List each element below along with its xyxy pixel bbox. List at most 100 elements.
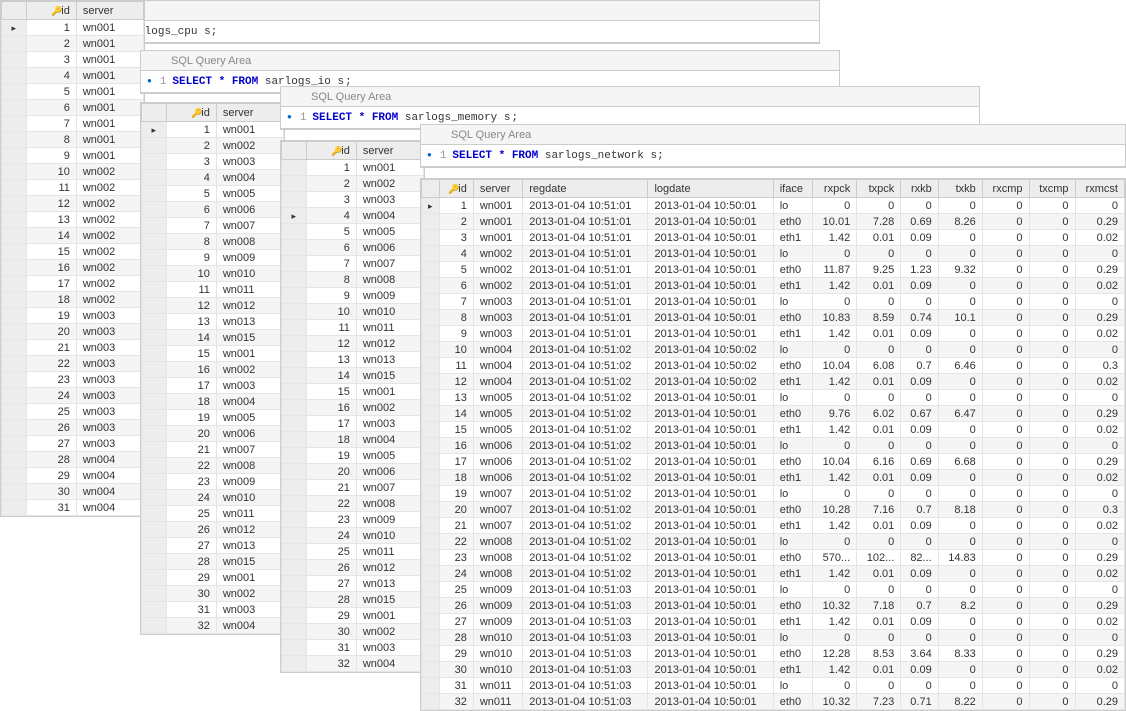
table-row[interactable]: 24wn010 bbox=[282, 528, 424, 544]
table-row[interactable]: 24wn010 bbox=[142, 490, 284, 506]
table-row[interactable]: 20wn006 bbox=[142, 426, 284, 442]
table-row[interactable]: 3wn0012013-01-04 10:51:012013-01-04 10:5… bbox=[422, 230, 1125, 246]
table-row[interactable]: 17wn0062013-01-04 10:51:022013-01-04 10:… bbox=[422, 454, 1125, 470]
table-row[interactable]: 14wn0052013-01-04 10:51:022013-01-04 10:… bbox=[422, 406, 1125, 422]
table-row[interactable]: 5wn005 bbox=[282, 224, 424, 240]
table-row[interactable]: 28wn004 bbox=[2, 452, 144, 468]
table-row[interactable]: 4wn0022013-01-04 10:51:012013-01-04 10:5… bbox=[422, 246, 1125, 262]
table-row[interactable]: 18wn0062013-01-04 10:51:022013-01-04 10:… bbox=[422, 470, 1125, 486]
table-row[interactable]: 27wn003 bbox=[2, 436, 144, 452]
table-row[interactable]: 18wn004 bbox=[282, 432, 424, 448]
table-row[interactable]: 19wn005 bbox=[282, 448, 424, 464]
table-row[interactable]: 24wn0082013-01-04 10:51:022013-01-04 10:… bbox=[422, 566, 1125, 582]
table-row[interactable]: 6wn006 bbox=[282, 240, 424, 256]
table-row[interactable]: 21wn003 bbox=[2, 340, 144, 356]
table-row[interactable]: 14wn002 bbox=[2, 228, 144, 244]
result-grid-cpu[interactable]: 🔑id server 1wn0012wn0013wn0014wn0015wn00… bbox=[1, 1, 144, 516]
sql-editor-network[interactable]: ● 1 SELECT * FROM sarlogs_network s; bbox=[421, 145, 1125, 167]
table-row[interactable]: 7wn001 bbox=[2, 116, 144, 132]
table-row[interactable]: 2wn0012013-01-04 10:51:012013-01-04 10:5… bbox=[422, 214, 1125, 230]
table-row[interactable]: 30wn002 bbox=[282, 624, 424, 640]
table-row[interactable]: 16wn002 bbox=[142, 362, 284, 378]
table-row[interactable]: 22wn008 bbox=[142, 458, 284, 474]
table-row[interactable]: 17wn002 bbox=[2, 276, 144, 292]
table-row[interactable]: 18wn004 bbox=[142, 394, 284, 410]
table-row[interactable]: 29wn001 bbox=[282, 608, 424, 624]
table-row[interactable]: 16wn002 bbox=[2, 260, 144, 276]
table-row[interactable]: 3wn003 bbox=[282, 192, 424, 208]
table-row[interactable]: 19wn003 bbox=[2, 308, 144, 324]
table-row[interactable]: 11wn0042013-01-04 10:51:022013-01-04 10:… bbox=[422, 358, 1125, 374]
table-row[interactable]: 20wn0072013-01-04 10:51:022013-01-04 10:… bbox=[422, 502, 1125, 518]
table-row[interactable]: 4wn004 bbox=[142, 170, 284, 186]
table-row[interactable]: 16wn0062013-01-04 10:51:022013-01-04 10:… bbox=[422, 438, 1125, 454]
table-row[interactable]: 18wn002 bbox=[2, 292, 144, 308]
table-row[interactable]: 15wn001 bbox=[142, 346, 284, 362]
table-row[interactable]: 29wn0102013-01-04 10:51:032013-01-04 10:… bbox=[422, 646, 1125, 662]
table-row[interactable]: 20wn006 bbox=[282, 464, 424, 480]
table-row[interactable]: 9wn001 bbox=[2, 148, 144, 164]
table-row[interactable]: 13wn002 bbox=[2, 212, 144, 228]
table-row[interactable]: 13wn0052013-01-04 10:51:022013-01-04 10:… bbox=[422, 390, 1125, 406]
result-grid-io[interactable]: 🔑id server 1wn0012wn0023wn0034wn0045wn00… bbox=[141, 103, 284, 634]
tab-sql-query-area[interactable]: SQL Query Area bbox=[161, 53, 261, 69]
table-row[interactable]: 10wn010 bbox=[282, 304, 424, 320]
table-row[interactable]: 9wn0032013-01-04 10:51:012013-01-04 10:5… bbox=[422, 326, 1125, 342]
table-row[interactable]: 17wn003 bbox=[282, 416, 424, 432]
table-row[interactable]: 22wn008 bbox=[282, 496, 424, 512]
table-row[interactable]: 19wn005 bbox=[142, 410, 284, 426]
table-row[interactable]: 3wn003 bbox=[142, 154, 284, 170]
table-row[interactable]: 16wn002 bbox=[282, 400, 424, 416]
result-grid-memory[interactable]: 🔑id server 1wn0012wn0023wn0034wn0045wn00… bbox=[281, 141, 424, 672]
table-row[interactable]: 14wn015 bbox=[282, 368, 424, 384]
table-row[interactable]: 28wn015 bbox=[282, 592, 424, 608]
table-row[interactable]: 15wn001 bbox=[282, 384, 424, 400]
table-row[interactable]: 22wn003 bbox=[2, 356, 144, 372]
table-row[interactable]: 21wn007 bbox=[282, 480, 424, 496]
table-row[interactable]: 25wn011 bbox=[282, 544, 424, 560]
table-row[interactable]: 8wn008 bbox=[282, 272, 424, 288]
table-row[interactable]: 27wn013 bbox=[282, 576, 424, 592]
table-row[interactable]: 31wn004 bbox=[2, 500, 144, 516]
table-row[interactable]: 10wn002 bbox=[2, 164, 144, 180]
table-row[interactable]: 30wn0102013-01-04 10:51:032013-01-04 10:… bbox=[422, 662, 1125, 678]
table-row[interactable]: 15wn0052013-01-04 10:51:022013-01-04 10:… bbox=[422, 422, 1125, 438]
table-row[interactable]: 20wn003 bbox=[2, 324, 144, 340]
table-row[interactable]: 24wn003 bbox=[2, 388, 144, 404]
table-row[interactable]: 26wn0092013-01-04 10:51:032013-01-04 10:… bbox=[422, 598, 1125, 614]
table-row[interactable]: 12wn012 bbox=[282, 336, 424, 352]
table-row[interactable]: 6wn001 bbox=[2, 100, 144, 116]
table-row[interactable]: 2wn002 bbox=[282, 176, 424, 192]
table-row[interactable]: 10wn0042013-01-04 10:51:022013-01-04 10:… bbox=[422, 342, 1125, 358]
table-row[interactable]: 3wn001 bbox=[2, 52, 144, 68]
tab-sql-query-area[interactable]: SQL Query Area bbox=[301, 89, 401, 105]
table-row[interactable]: 11wn011 bbox=[282, 320, 424, 336]
table-row[interactable]: 11wn011 bbox=[142, 282, 284, 298]
table-row[interactable]: 14wn015 bbox=[142, 330, 284, 346]
table-row[interactable]: 5wn001 bbox=[2, 84, 144, 100]
table-row[interactable]: 7wn007 bbox=[142, 218, 284, 234]
table-row[interactable]: 4wn004 bbox=[282, 208, 424, 224]
table-row[interactable]: 30wn004 bbox=[2, 484, 144, 500]
table-row[interactable]: 23wn0082013-01-04 10:51:022013-01-04 10:… bbox=[422, 550, 1125, 566]
table-row[interactable]: 30wn002 bbox=[142, 586, 284, 602]
table-row[interactable]: 27wn0092013-01-04 10:51:032013-01-04 10:… bbox=[422, 614, 1125, 630]
table-row[interactable]: 7wn0032013-01-04 10:51:012013-01-04 10:5… bbox=[422, 294, 1125, 310]
table-row[interactable]: 1wn001 bbox=[2, 20, 144, 36]
table-row[interactable]: 25wn003 bbox=[2, 404, 144, 420]
table-row[interactable]: 5wn0022013-01-04 10:51:012013-01-04 10:5… bbox=[422, 262, 1125, 278]
table-row[interactable]: 26wn012 bbox=[282, 560, 424, 576]
table-row[interactable]: 25wn0092013-01-04 10:51:032013-01-04 10:… bbox=[422, 582, 1125, 598]
table-row[interactable]: 12wn012 bbox=[142, 298, 284, 314]
table-row[interactable]: 25wn011 bbox=[142, 506, 284, 522]
result-grid-network[interactable]: 🔑id server regdate logdate iface rxpck t… bbox=[421, 179, 1125, 710]
table-row[interactable]: 32wn004 bbox=[142, 618, 284, 634]
table-row[interactable]: 1wn001 bbox=[282, 160, 424, 176]
table-row[interactable]: 12wn002 bbox=[2, 196, 144, 212]
table-row[interactable]: 26wn012 bbox=[142, 522, 284, 538]
table-row[interactable]: 17wn003 bbox=[142, 378, 284, 394]
table-row[interactable]: 21wn007 bbox=[142, 442, 284, 458]
table-row[interactable]: 23wn009 bbox=[282, 512, 424, 528]
table-row[interactable]: 13wn013 bbox=[142, 314, 284, 330]
table-row[interactable]: 31wn003 bbox=[142, 602, 284, 618]
